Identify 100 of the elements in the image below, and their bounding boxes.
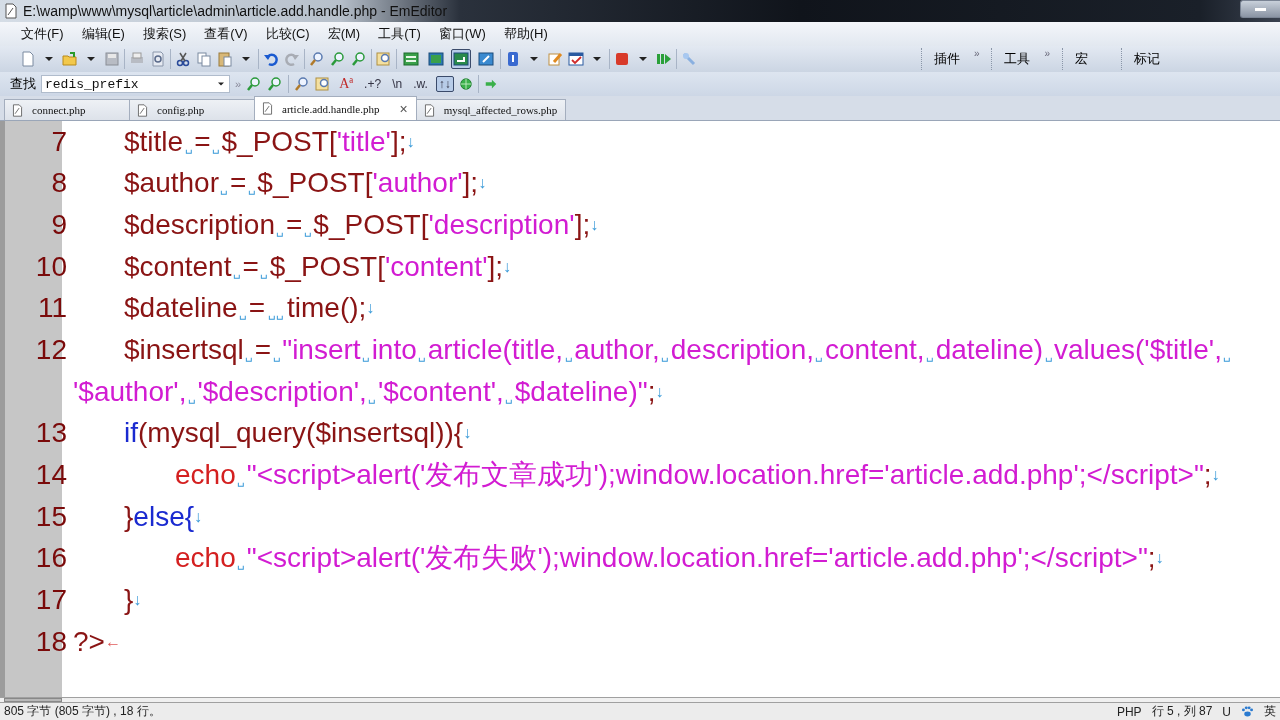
menu-item[interactable]: 比较(C) <box>256 23 319 45</box>
view-toggle-button[interactable] <box>401 49 421 69</box>
file-icon <box>422 103 436 117</box>
code-token: } <box>124 584 134 617</box>
space-marker: ␣ <box>302 222 313 237</box>
search-files-icon[interactable] <box>315 76 332 92</box>
scissors-icon[interactable] <box>175 51 191 67</box>
code-token: article(title, <box>427 334 564 367</box>
space-marker: ␣ <box>660 347 671 362</box>
new-file-icon[interactable] <box>20 51 36 67</box>
line-number: 7 <box>50 125 67 158</box>
find-label: 查找 <box>10 75 36 93</box>
option-toggle[interactable]: .w. <box>410 76 431 92</box>
paw-icon[interactable] <box>1241 705 1254 718</box>
pencil-icon[interactable] <box>547 51 563 67</box>
code-token: } <box>124 500 134 533</box>
stop-icon[interactable] <box>614 51 630 67</box>
code-token: else{ <box>133 500 195 533</box>
undo-icon[interactable] <box>263 51 279 67</box>
search-icon[interactable] <box>294 76 311 92</box>
line-number: 12 <box>34 334 67 367</box>
minimize-button[interactable] <box>1240 0 1280 18</box>
more-chevron[interactable]: » <box>1044 48 1050 60</box>
code-token: = <box>286 209 303 242</box>
code-token: ; <box>1147 542 1156 575</box>
file-tab[interactable]: article.add.handle.php × <box>254 96 417 120</box>
file-tab[interactable]: mysql_affected_rows.php <box>415 99 567 120</box>
menu-item[interactable]: 宏(M) <box>318 23 370 45</box>
menu-item[interactable]: 编辑(E) <box>72 23 134 45</box>
play-icon[interactable] <box>656 51 672 67</box>
menu-item[interactable]: 帮助(H) <box>494 23 557 45</box>
menu-item[interactable]: 文件(F) <box>12 23 73 45</box>
newline-marker: ↓ <box>655 382 664 401</box>
syntax-mode[interactable]: PHP <box>1116 704 1142 719</box>
space-marker: ␣ <box>186 389 197 404</box>
space-marker: ␣ <box>244 347 255 362</box>
code-token: 'content' <box>384 250 488 283</box>
option-toggle[interactable]: ↑↓ <box>435 76 454 92</box>
space-marker: ␣ <box>563 347 574 362</box>
search-icon[interactable] <box>351 51 367 67</box>
option-toggle[interactable]: \n <box>389 76 406 92</box>
code-token: $title <box>124 125 184 158</box>
code-token: = <box>194 125 211 158</box>
search-icon[interactable] <box>330 51 346 67</box>
space-marker: ␣ <box>236 556 247 571</box>
panel-label[interactable]: 插件 <box>933 48 960 70</box>
code-token: "<script>alert('发布失败');window.location.href='article.add.php';</script>" <box>246 541 1148 576</box>
space-marker: ␣ <box>275 222 286 237</box>
code-token: = <box>254 334 272 367</box>
file-tab[interactable]: config.php <box>129 99 255 120</box>
panel-label[interactable]: 宏 <box>1075 48 1088 70</box>
folder-icon[interactable] <box>62 51 78 67</box>
space-marker: ␣ <box>211 139 221 154</box>
menu-item[interactable]: 查看(V) <box>195 23 257 45</box>
menu-item[interactable]: 工具(T) <box>369 23 430 45</box>
view-toggle-button[interactable] <box>476 49 496 69</box>
checklist-icon[interactable] <box>568 51 584 67</box>
window-icon <box>403 51 419 67</box>
line-number: 16 <box>34 542 67 575</box>
search-icon[interactable] <box>267 76 284 92</box>
space-marker: ␣ <box>238 306 249 321</box>
file-tab[interactable]: connect.php <box>4 99 130 120</box>
file-icon <box>3 3 19 19</box>
menu-item[interactable]: 窗口(W) <box>429 23 495 45</box>
newline-marker: ↓ <box>1155 549 1164 568</box>
copy-icon[interactable] <box>196 51 212 67</box>
space-marker: ␣ <box>1043 347 1054 362</box>
encoding-label[interactable]: U <box>1222 704 1231 719</box>
search-files-icon[interactable] <box>376 51 392 67</box>
arrow-icon[interactable] <box>483 77 498 91</box>
script-icon[interactable] <box>505 51 521 67</box>
code-token: ]; <box>462 167 479 200</box>
scrollbar-thumb[interactable] <box>4 698 62 702</box>
search-icon[interactable] <box>246 76 263 92</box>
code-token: = <box>248 292 265 325</box>
line-number: 8 <box>50 167 67 200</box>
space-marker: ␣ <box>259 264 270 279</box>
print-preview-icon[interactable] <box>150 51 166 67</box>
clipboard-icon[interactable] <box>217 51 233 67</box>
code-token: 'author' <box>372 167 463 200</box>
option-toggle[interactable]: .+? <box>361 76 385 92</box>
panel-label[interactable]: 标记 <box>1134 48 1160 70</box>
window-icon <box>428 51 444 67</box>
space-marker: ␣ <box>271 347 282 362</box>
search-icon[interactable] <box>309 51 325 67</box>
view-toggle-button[interactable] <box>451 49 471 69</box>
option-toggle[interactable]: Aª <box>336 75 357 93</box>
view-toggle-button[interactable] <box>426 49 446 69</box>
more-chevron[interactable]: » <box>973 48 980 60</box>
close-button[interactable]: × <box>399 100 408 117</box>
globe-icon[interactable] <box>458 77 473 91</box>
file-icon <box>136 103 149 117</box>
code-token: "<script>alert('发布文章成功');window.location.href='article.add.php';</script>" <box>246 458 1204 493</box>
code-token: ; <box>1203 459 1212 492</box>
panel-label[interactable]: 工具 <box>1004 48 1031 70</box>
code-token: ]; <box>390 125 407 158</box>
menu-item[interactable]: 搜索(S) <box>133 23 196 45</box>
file-icon <box>261 102 274 115</box>
input-method[interactable]: 英 <box>1264 703 1276 720</box>
space-marker: ␣ <box>219 181 230 196</box>
